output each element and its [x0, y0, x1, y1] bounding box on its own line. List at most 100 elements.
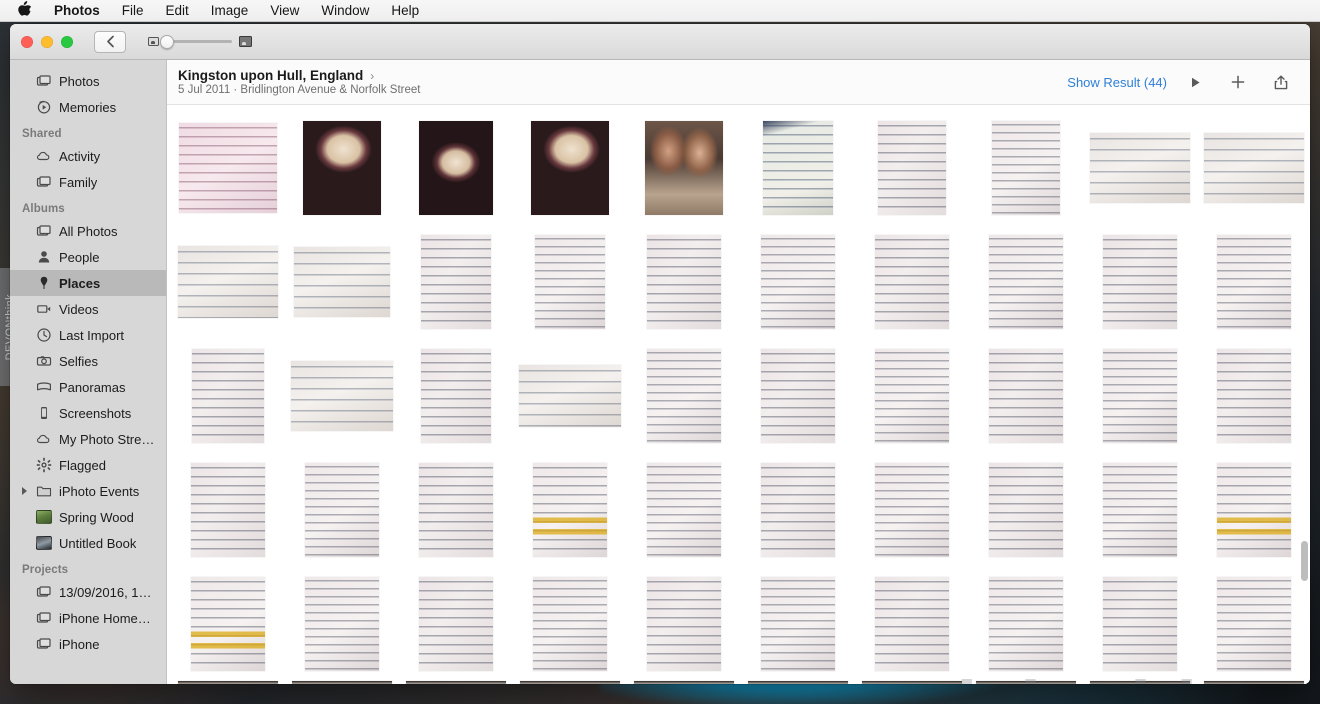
photo-cell[interactable] [627, 225, 741, 339]
sidebar-item-spring-wood[interactable]: Spring Wood [10, 504, 166, 530]
share-button[interactable] [1266, 71, 1296, 93]
photo-thumbnail[interactable] [179, 123, 277, 213]
photo-cell[interactable] [855, 339, 969, 453]
minimize-button[interactable] [41, 35, 53, 48]
show-result-link[interactable]: Show Result (44) [1067, 75, 1167, 90]
photo-thumbnail[interactable] [291, 361, 393, 431]
photo-cell[interactable] [1083, 567, 1197, 681]
photo-thumbnail[interactable] [520, 681, 620, 684]
photo-cell[interactable] [741, 681, 855, 684]
photo-cell[interactable] [627, 453, 741, 567]
sidebar-item-flagged[interactable]: Flagged [10, 452, 166, 478]
photo-cell[interactable] [969, 681, 1083, 684]
sidebar-item-project-iphone[interactable]: iPhone [10, 631, 166, 657]
photo-cell[interactable] [513, 111, 627, 225]
sidebar-item-panoramas[interactable]: Panoramas [10, 374, 166, 400]
sidebar-item-places[interactable]: Places [10, 270, 166, 296]
apple-menu-icon[interactable] [10, 0, 43, 19]
photo-cell[interactable] [285, 111, 399, 225]
photo-cell[interactable] [513, 681, 627, 684]
sidebar-item-my-photo-stream[interactable]: My Photo Stre… [10, 426, 166, 452]
chevron-right-icon[interactable]: › [370, 70, 374, 82]
photo-thumbnail[interactable] [875, 349, 949, 443]
photo-cell[interactable] [741, 339, 855, 453]
slideshow-play-button[interactable] [1180, 71, 1210, 93]
photo-cell[interactable] [171, 681, 285, 684]
menu-item-photos[interactable]: Photos [43, 3, 111, 18]
menu-item-edit[interactable]: Edit [155, 3, 200, 18]
photo-cell[interactable] [969, 111, 1083, 225]
photo-cell[interactable] [627, 339, 741, 453]
photo-thumbnail[interactable] [191, 463, 265, 557]
photo-thumbnail[interactable] [647, 349, 721, 443]
photo-cell[interactable] [513, 225, 627, 339]
photo-cell[interactable] [1083, 111, 1197, 225]
photo-thumbnail[interactable] [1103, 463, 1177, 557]
photo-thumbnail[interactable] [761, 349, 835, 443]
photo-thumbnail[interactable] [533, 577, 607, 671]
photo-thumbnail[interactable] [533, 463, 607, 557]
photo-cell[interactable] [741, 567, 855, 681]
photo-thumbnail[interactable] [421, 235, 491, 329]
photo-cell[interactable] [741, 225, 855, 339]
vertical-scrollbar[interactable] [1300, 151, 1308, 684]
sidebar-item-all-photos[interactable]: All Photos [10, 218, 166, 244]
photo-thumbnail[interactable] [1217, 577, 1291, 671]
photo-thumbnail[interactable] [761, 235, 835, 329]
photo-cell[interactable] [399, 453, 513, 567]
menu-item-view[interactable]: View [259, 3, 310, 18]
photo-cell[interactable] [285, 453, 399, 567]
photo-thumbnail[interactable] [875, 577, 949, 671]
photo-cell[interactable] [399, 567, 513, 681]
photo-thumbnail[interactable] [294, 247, 390, 317]
photo-thumbnail[interactable] [647, 577, 721, 671]
sidebar-item-memories[interactable]: Memories [10, 94, 166, 120]
photo-thumbnail[interactable] [989, 577, 1063, 671]
sidebar-item-activity[interactable]: Activity [10, 143, 166, 169]
photo-thumbnail[interactable] [647, 463, 721, 557]
place-title-row[interactable]: Kingston upon Hull, England › [178, 68, 421, 83]
sidebar-item-last-import[interactable]: Last Import [10, 322, 166, 348]
disclosure-triangle-icon[interactable] [22, 487, 27, 495]
photo-thumbnail[interactable] [992, 121, 1060, 215]
scrollbar-thumb[interactable] [1301, 541, 1308, 581]
sidebar-item-project-date[interactable]: 13/09/2016, 1… [10, 579, 166, 605]
back-button[interactable] [94, 30, 126, 53]
photo-thumbnail[interactable] [878, 121, 946, 215]
photo-cell[interactable] [1083, 681, 1197, 684]
photo-thumbnail[interactable] [862, 681, 962, 684]
zoom-button[interactable] [61, 35, 73, 48]
close-button[interactable] [21, 35, 33, 48]
photo-cell[interactable] [1083, 453, 1197, 567]
photo-thumbnail[interactable] [634, 681, 734, 684]
photo-cell[interactable] [627, 567, 741, 681]
photo-cell[interactable] [855, 453, 969, 567]
sidebar-item-untitled-book[interactable]: Untitled Book [10, 530, 166, 556]
slider-knob[interactable] [160, 34, 174, 49]
photo-thumbnail[interactable] [875, 235, 949, 329]
photo-thumbnail[interactable] [419, 121, 493, 215]
sidebar-item-iphoto-events[interactable]: iPhoto Events [10, 478, 166, 504]
photo-cell[interactable] [171, 453, 285, 567]
photo-cell[interactable] [627, 111, 741, 225]
sidebar-item-project-iphone-home[interactable]: iPhone Home… [10, 605, 166, 631]
photo-cell[interactable] [741, 111, 855, 225]
photo-thumbnail[interactable] [763, 121, 833, 215]
photo-thumbnail[interactable] [1090, 681, 1190, 684]
photo-cell[interactable] [513, 453, 627, 567]
photo-thumbnail[interactable] [1103, 577, 1177, 671]
photo-cell[interactable] [1197, 339, 1310, 453]
photo-cell[interactable] [1083, 225, 1197, 339]
photo-cell[interactable] [1197, 567, 1310, 681]
photo-cell[interactable] [969, 567, 1083, 681]
menu-item-help[interactable]: Help [380, 3, 430, 18]
photo-cell[interactable] [513, 567, 627, 681]
photo-thumbnail[interactable] [305, 463, 379, 557]
photo-thumbnail[interactable] [1103, 235, 1177, 329]
photo-thumbnail[interactable] [761, 463, 835, 557]
photo-thumbnail[interactable] [748, 681, 848, 684]
menu-item-image[interactable]: Image [200, 3, 260, 18]
photo-thumbnail[interactable] [761, 577, 835, 671]
photo-cell[interactable] [399, 225, 513, 339]
photo-cell[interactable] [627, 681, 741, 684]
